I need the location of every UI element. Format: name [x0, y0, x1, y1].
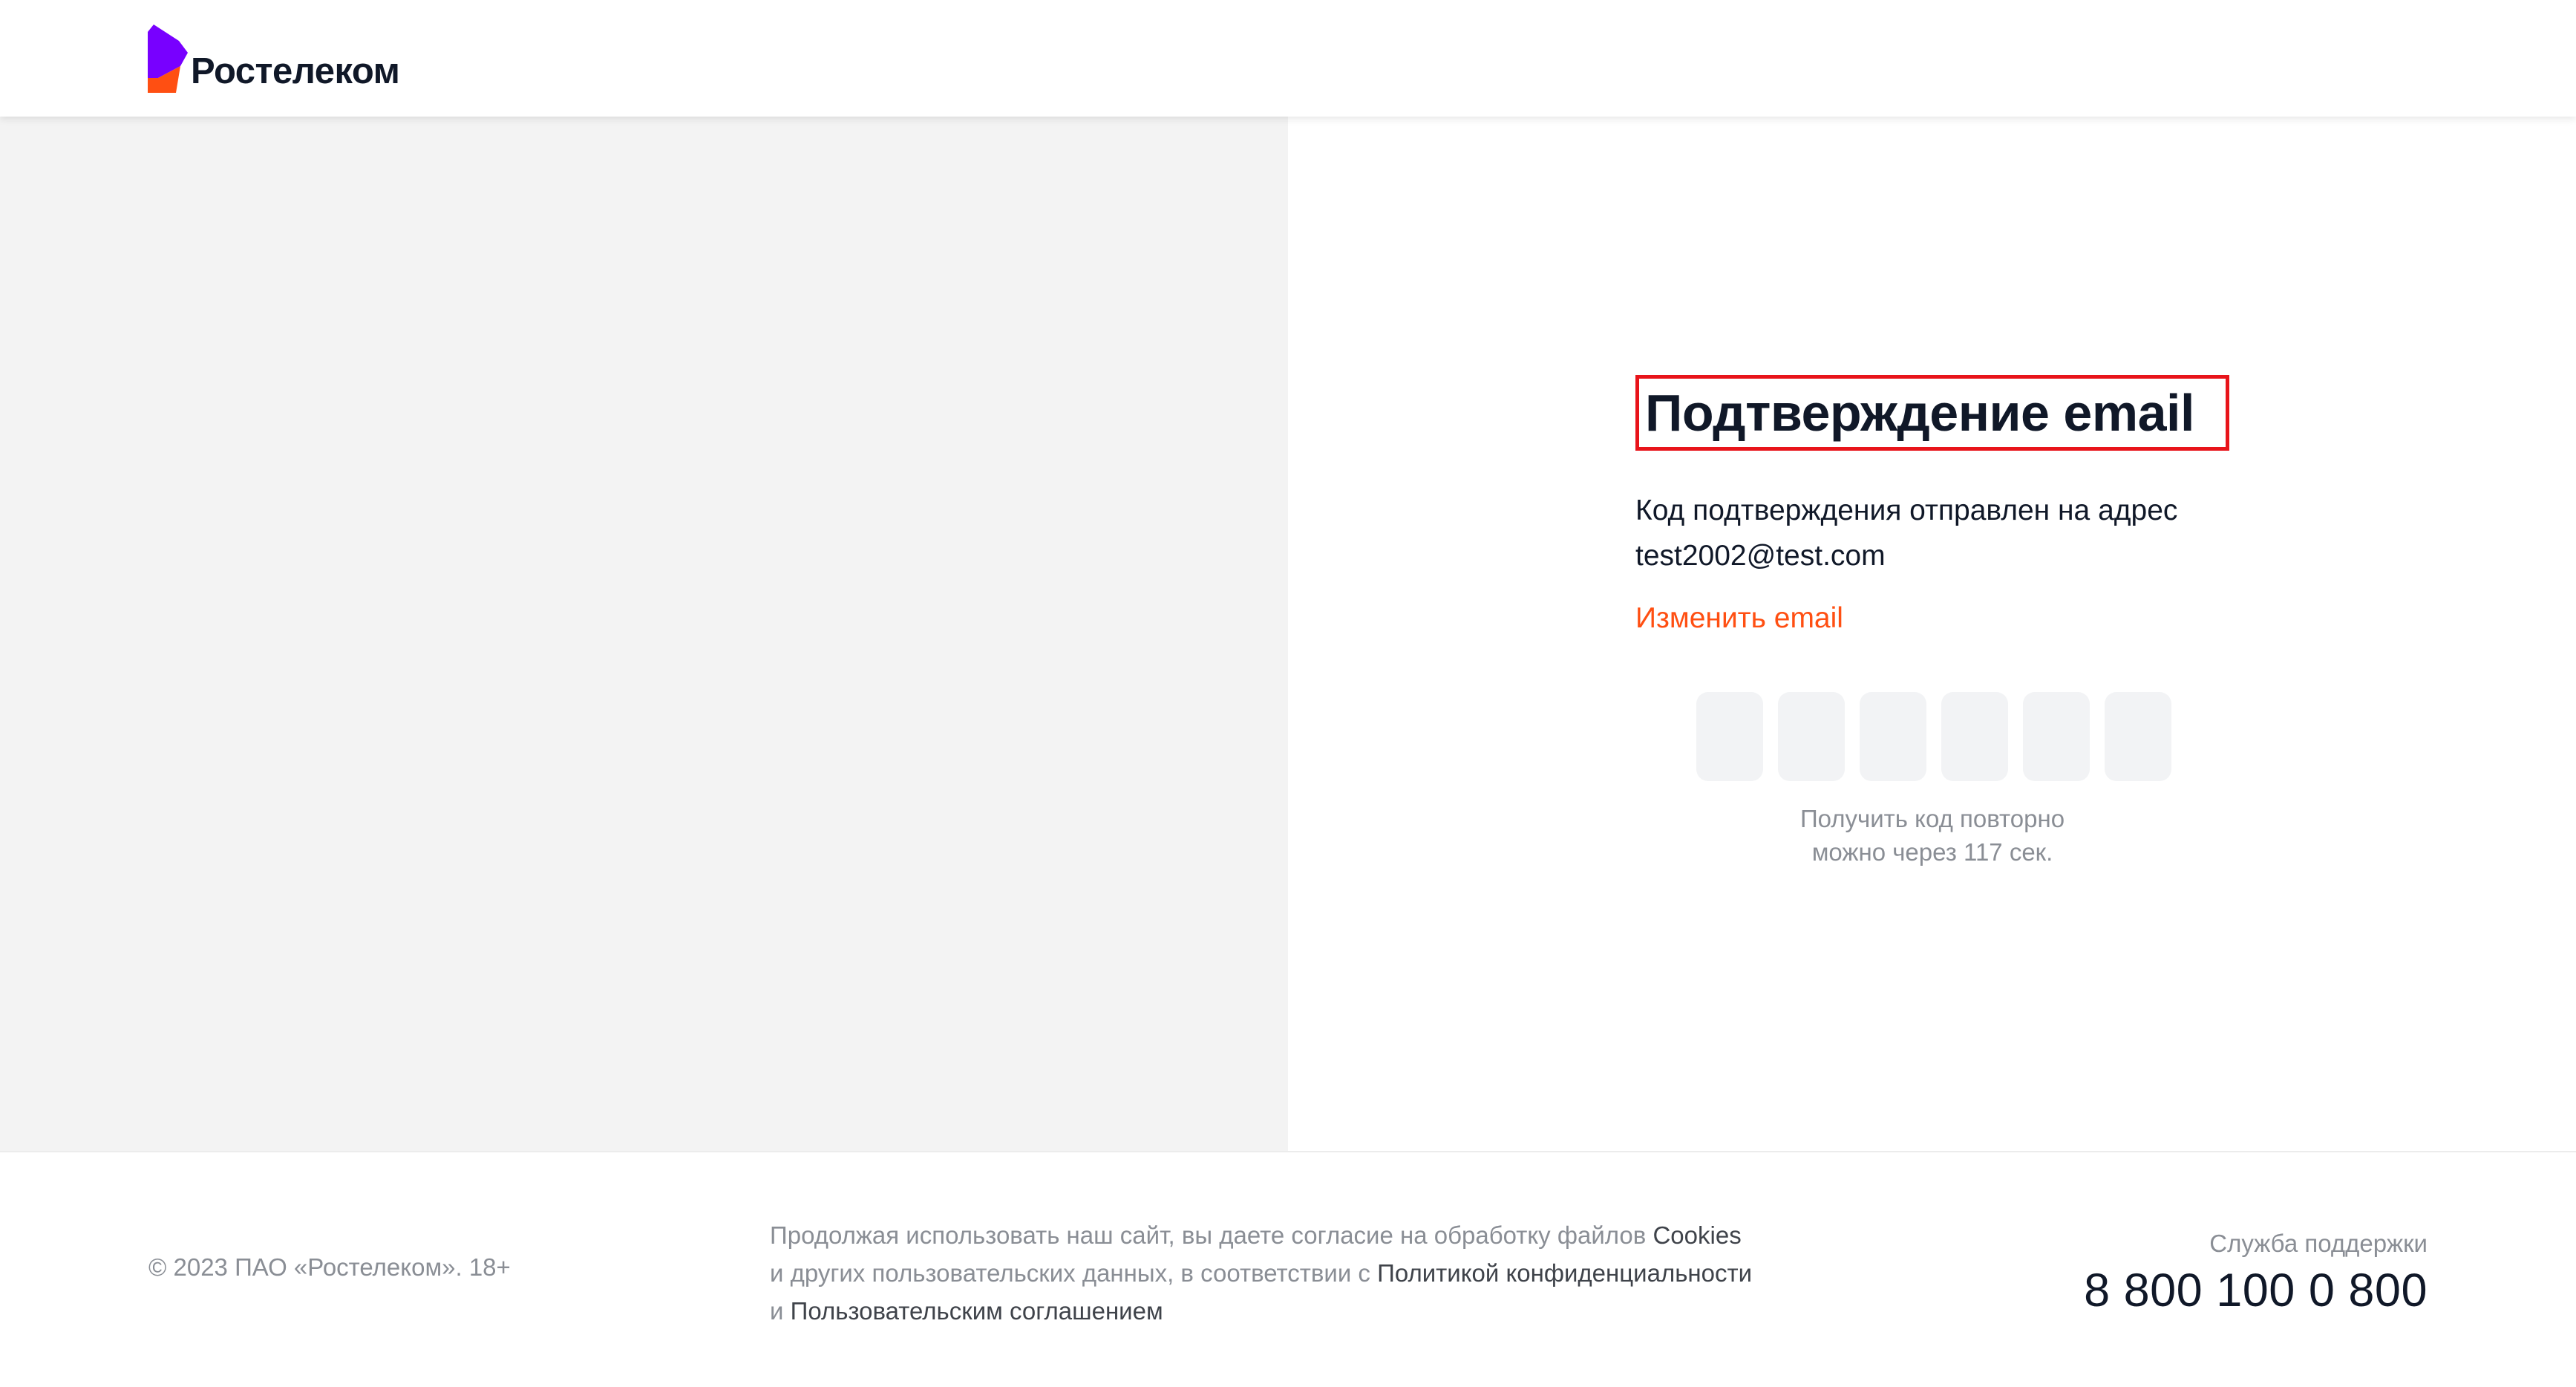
- support-label: Служба поддержки: [2209, 1230, 2428, 1257]
- user-agreement-link[interactable]: Пользовательским соглашением: [791, 1297, 1163, 1325]
- consent-notice: Продолжая использовать наш сайт, вы дает…: [770, 1216, 1824, 1330]
- title-highlight-frame: Подтверждение email: [1635, 375, 2229, 451]
- code-cell-5[interactable]: [2023, 692, 2090, 781]
- left-panel: [0, 117, 1288, 1151]
- site-header: Ростелеком: [0, 0, 2576, 117]
- site-footer: © 2023 ПАО «Ростелеком». 18+ Продолжая и…: [0, 1151, 2576, 1387]
- consent-line-3: и Пользовательским соглашением: [770, 1292, 1824, 1330]
- support-phone-link[interactable]: 8 800 100 0 800: [2084, 1264, 2428, 1317]
- code-cell-1[interactable]: [1696, 692, 1763, 781]
- code-input-row: [1696, 692, 2171, 781]
- consent-text-1: Продолжая использовать наш сайт, вы дает…: [770, 1221, 1647, 1249]
- confirmation-description: Код подтверждения отправлен на адрес tes…: [1635, 488, 2244, 578]
- form-panel: [1288, 117, 2576, 1151]
- logo-text: Ростелеком: [191, 51, 400, 91]
- cookies-link[interactable]: Cookies: [1653, 1221, 1741, 1249]
- description-text: Код подтверждения отправлен на адрес: [1635, 495, 2178, 526]
- resend-line-1: Получить код повторно: [1799, 805, 2065, 832]
- consent-line-2: и других пользовательских данных, в соот…: [770, 1254, 1824, 1292]
- privacy-policy-link[interactable]: Политикой конфиденциальности: [1377, 1259, 1752, 1287]
- logo-link[interactable]: Ростелеком: [148, 25, 400, 93]
- resend-timer: Получить код повторно можно через 117 се…: [1635, 802, 2229, 869]
- consent-text-2: и других пользовательских данных, в соот…: [770, 1259, 1370, 1287]
- change-email-link[interactable]: Изменить email: [1635, 602, 1843, 635]
- code-cell-4[interactable]: [1941, 692, 2008, 781]
- code-cell-3[interactable]: [1860, 692, 1926, 781]
- rostelecom-logo-icon: [148, 25, 188, 93]
- consent-text-3: и: [770, 1297, 784, 1325]
- code-cell-2[interactable]: [1778, 692, 1845, 781]
- copyright-text: © 2023 ПАО «Ростелеком». 18+: [148, 1253, 511, 1281]
- code-cell-6[interactable]: [2105, 692, 2171, 781]
- page-title: Подтверждение email: [1645, 384, 2194, 442]
- email-address: test2002@test.com: [1635, 540, 1886, 572]
- consent-line-1: Продолжая использовать наш сайт, вы дает…: [770, 1216, 1824, 1254]
- resend-line-2: можно через 117 сек.: [1811, 838, 2053, 866]
